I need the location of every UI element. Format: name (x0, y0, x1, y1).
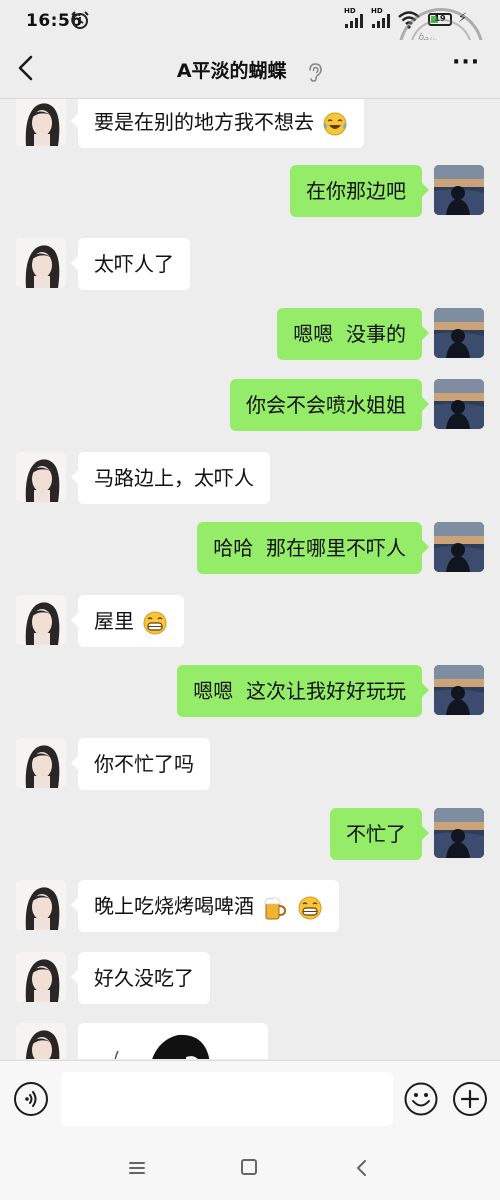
message-bubble[interactable]: 太吓人了 (71, 238, 190, 290)
chat-screen: 16:56 HD HD 19 ⚡ baijiao.com (0, 0, 500, 1200)
more-options-icon[interactable]: ··· (452, 52, 480, 74)
message-text: 在你那边吧 (306, 179, 406, 203)
emoji-icon[interactable] (404, 1082, 438, 1116)
input-bar (0, 1060, 500, 1137)
message-bubble[interactable]: 在你那边吧 (290, 165, 429, 217)
my-avatar-image (434, 665, 484, 715)
chat-title: A平淡的蝴蝶 (176, 60, 287, 82)
contact-avatar[interactable] (16, 1023, 66, 1059)
contact-avatar[interactable] (16, 738, 66, 788)
message-input[interactable] (61, 1072, 393, 1126)
my-avatar-image (434, 379, 484, 429)
message-bubble[interactable]: 你会不会喷水姐姐 (230, 379, 429, 431)
my-avatar-image (434, 308, 484, 358)
message-text: 马路边上，太吓人 (94, 466, 254, 490)
message-bubble[interactable]: 嗯嗯 这次让我好好玩玩 (177, 665, 429, 717)
message-text: 嗯嗯 没事的 (293, 322, 406, 346)
message-text: 太吓人了 (94, 252, 174, 276)
contact-avatar-image (16, 238, 66, 288)
plus-icon[interactable] (453, 1082, 487, 1116)
message-bubble[interactable]: 你不忙了吗 (71, 738, 210, 790)
message-text: 不忙了 (346, 822, 406, 846)
my-avatar[interactable] (434, 808, 484, 858)
alarm-icon (71, 11, 89, 29)
back-icon[interactable] (354, 1158, 368, 1178)
voice-icon[interactable] (14, 1082, 48, 1116)
my-avatar[interactable] (434, 522, 484, 572)
contact-avatar[interactable] (16, 452, 66, 502)
contact-avatar[interactable] (16, 595, 66, 645)
contact-avatar-image (16, 452, 66, 502)
signal-icon-1 (345, 14, 363, 28)
message-text: 你会不会喷水姐姐 (246, 393, 406, 417)
contact-avatar-image (16, 952, 66, 1002)
message-text: 好久没吃了 (94, 966, 194, 990)
sticker-message[interactable] (78, 1023, 268, 1059)
my-avatar-image (434, 522, 484, 572)
contact-avatar-image (16, 880, 66, 930)
message-bubble[interactable]: 哈哈 那在哪里不吓人 (197, 522, 429, 574)
contact-avatar-image (16, 738, 66, 788)
contact-avatar[interactable] (16, 880, 66, 930)
plus-glyph-icon (460, 1089, 480, 1109)
sticker-image (78, 1023, 268, 1059)
message-list[interactable]: 要是在别的地方我不想去 在你那边吧 太吓人了 嗯嗯 没事的 你会不会喷水姐姐 马… (0, 99, 500, 1059)
signal-icon-2 (372, 14, 390, 28)
my-avatar-image (434, 808, 484, 858)
message-bubble[interactable]: 马路边上，太吓人 (71, 452, 270, 504)
my-avatar-image (434, 165, 484, 215)
my-avatar[interactable] (434, 379, 484, 429)
beer-emoji-icon (264, 896, 287, 919)
contact-avatar[interactable] (16, 238, 66, 288)
message-text: 嗯嗯 这次让我好好玩玩 (193, 679, 406, 703)
my-avatar[interactable] (434, 308, 484, 358)
message-text: 屋里 (94, 609, 134, 633)
contact-avatar[interactable] (16, 99, 66, 146)
message-bubble[interactable]: 好久没吃了 (71, 952, 210, 1004)
contact-avatar-image (16, 595, 66, 645)
message-text: 要是在别的地方我不想去 (94, 110, 314, 134)
my-avatar[interactable] (434, 665, 484, 715)
menu-icon[interactable] (128, 1160, 146, 1176)
my-avatar[interactable] (434, 165, 484, 215)
message-text: 哈哈 那在哪里不吓人 (213, 536, 406, 560)
ear-icon (309, 62, 322, 82)
message-text: 你不忙了吗 (94, 752, 194, 776)
chat-header: A平淡的蝴蝶 ··· (0, 40, 500, 99)
grin-emoji-icon (298, 896, 322, 919)
grin-emoji-icon (143, 611, 167, 634)
chat-title-row[interactable]: A平淡的蝴蝶 (0, 56, 500, 83)
contact-avatar-image (16, 99, 66, 146)
laugh-tears-emoji-icon (323, 112, 347, 135)
message-bubble[interactable]: 不忙了 (330, 808, 429, 860)
home-icon[interactable] (241, 1159, 257, 1175)
contact-avatar-image (16, 1023, 66, 1059)
contact-avatar[interactable] (16, 952, 66, 1002)
system-nav-bar (0, 1136, 500, 1200)
message-bubble[interactable]: 嗯嗯 没事的 (277, 308, 429, 360)
message-bubble[interactable]: 晚上吃烧烤喝啤酒 (71, 880, 339, 932)
message-bubble[interactable]: 要是在别的地方我不想去 (70, 99, 365, 148)
message-bubble[interactable]: 屋里 (70, 595, 185, 647)
voice-wave-icon (25, 1091, 37, 1107)
message-text: 晚上吃烧烤喝啤酒 (94, 894, 254, 918)
